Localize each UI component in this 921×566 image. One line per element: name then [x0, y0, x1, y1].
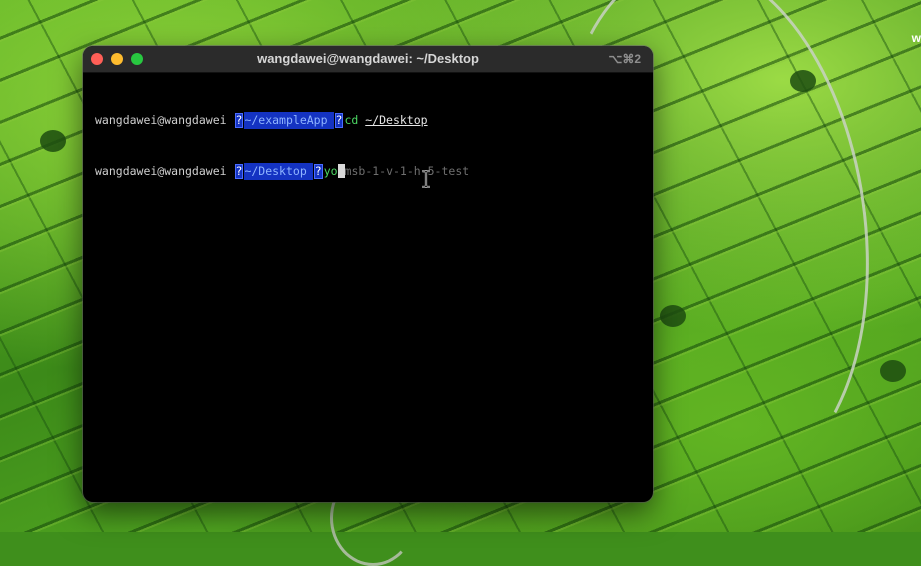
prompt-symbol: ?: [334, 113, 344, 128]
wallpaper-tree: [880, 360, 906, 382]
wallpaper-tree: [790, 70, 816, 92]
terminal-window[interactable]: wangdawei@wangdawei: ~/Desktop ⌥⌘2 wangd…: [83, 46, 653, 502]
prompt-symbol: ?: [234, 113, 244, 128]
window-shortcut: ⌥⌘2: [608, 52, 641, 66]
typed-input[interactable]: yo: [324, 164, 338, 178]
text-caret: [337, 164, 345, 178]
terminal-output[interactable]: wangdawei@wangdawei ? ~/exampleApp? cd ~/D…: [95, 78, 469, 214]
command-name: cd: [344, 113, 359, 127]
wallpaper-tree: [40, 130, 66, 152]
terminal-line[interactable]: wangdawei@wangdawei ? ~/Desktop? yo msb-1-v…: [95, 163, 469, 180]
window-titlebar[interactable]: wangdawei@wangdawei: ~/Desktop ⌥⌘2: [83, 46, 653, 73]
prompt-user: wangdawei@wangdawei: [95, 164, 227, 178]
text-cursor-icon: [422, 170, 430, 188]
wallpaper-tree: [660, 305, 686, 327]
terminal-line: wangdawei@wangdawei ? ~/exampleApp? cd ~/D…: [95, 112, 469, 129]
prompt-symbol: ?: [234, 164, 244, 179]
command-argument: ~/Desktop: [365, 113, 428, 127]
prompt-path: ~/Desktop: [244, 163, 313, 180]
prompt-user: wangdawei@wangdawei: [95, 113, 227, 127]
desktop-edge-text: w: [911, 31, 921, 45]
prompt-path: ~/exampleApp: [244, 112, 334, 129]
autosuggestion: msb-1-v-1-h-5-test: [344, 164, 470, 178]
window-title: wangdawei@wangdawei: ~/Desktop: [257, 51, 479, 66]
prompt-symbol: ?: [313, 164, 323, 179]
